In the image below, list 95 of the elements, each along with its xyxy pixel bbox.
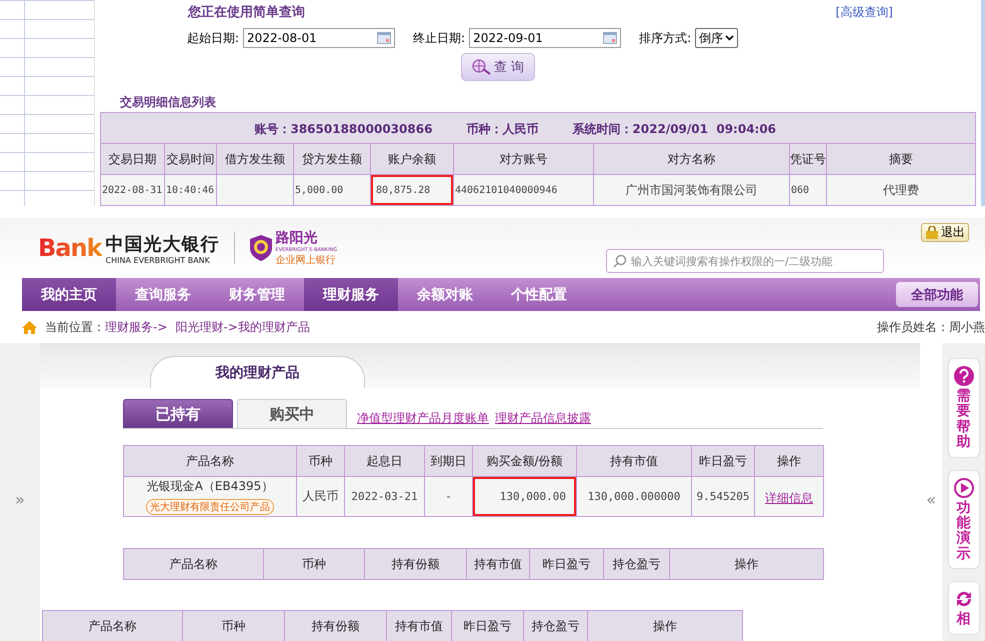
column-header: 购买金额/份额	[472, 446, 576, 476]
product-name: 光银现金A（EB4395）	[146, 478, 274, 495]
date-field[interactable]: 2022-08-01	[243, 28, 396, 48]
side-tool-button[interactable]: 相	[948, 581, 980, 635]
shield-logo-icon	[248, 234, 273, 262]
column-header: 持有市值	[386, 610, 452, 641]
query-button[interactable]: 查 询	[461, 53, 535, 81]
operator-name: 操作员姓名：周小燕	[877, 318, 985, 336]
advanced-query-link[interactable]: [高级查询]	[836, 4, 893, 20]
play-icon	[952, 476, 974, 499]
summary-text: 系统时间：2022/09/01 09:04:06	[572, 122, 776, 136]
product-tab[interactable]: 已持有	[123, 399, 233, 428]
column-header: 产品名称	[124, 548, 264, 580]
table-cell: 2022-08-31	[100, 174, 164, 206]
column-header: 起息日	[344, 446, 424, 476]
field-label: 排序方式:	[639, 30, 692, 46]
column-header: 操作	[588, 610, 742, 641]
table-cell: 44062101040000946	[454, 174, 594, 206]
table-cell: 060	[790, 174, 826, 206]
column-header: 昨日盈亏	[692, 446, 754, 476]
question-icon	[952, 365, 974, 387]
column-header: 交易时间	[164, 144, 216, 174]
nav-tab[interactable]: 查询服务	[116, 278, 210, 311]
table-cell: 代理费	[826, 174, 976, 206]
sort-select[interactable]: 倒序	[695, 28, 738, 48]
nav-tab[interactable]: 余额对账	[398, 278, 492, 311]
side-tool-button[interactable]: 功能演示	[948, 470, 980, 570]
field-label: 起始日期:	[187, 30, 240, 46]
column-header: 持有市值	[576, 446, 692, 476]
sub-brand-name: 路阳光	[276, 229, 319, 247]
product-link[interactable]: 净值型理财产品月度账单	[357, 410, 489, 427]
column-header: 贷方发生额	[294, 144, 370, 174]
bank-name-english: CHINA EVERBRIGHT BANK	[106, 256, 211, 264]
collapse-arrow[interactable]: «	[926, 490, 936, 509]
summary-text: 币种：人民币	[466, 122, 538, 136]
table-cell: 人民币	[296, 476, 344, 516]
table-cell: 130,000.000000	[576, 476, 692, 516]
table-cell: 80,875.28	[370, 174, 454, 206]
date-field[interactable]: 2022-09-01	[469, 28, 622, 48]
column-header: 对方名称	[594, 144, 790, 174]
issuer-tag: 光大理财有限责任公司产品	[146, 499, 274, 515]
globe-search-icon	[472, 59, 492, 75]
column-header: 持仓盈亏	[524, 610, 588, 641]
summary-text: 账号：38650188000030866	[254, 122, 432, 136]
column-header: 账户余额	[370, 144, 454, 174]
table-cell: 10:40:46	[164, 174, 216, 206]
column-header: 币种	[182, 610, 284, 641]
chevron-icon	[725, 35, 734, 41]
home-icon[interactable]	[22, 320, 37, 334]
column-header: 对方账号	[454, 144, 594, 174]
table-cell: -	[424, 476, 472, 516]
column-header: 操作	[670, 548, 824, 580]
sub-brand-caption: 企业网上银行	[276, 254, 337, 267]
column-header: 产品名称	[42, 610, 182, 641]
column-header: 币种	[296, 446, 344, 476]
column-header: 持有份额	[364, 548, 466, 580]
column-header: 到期日	[424, 446, 472, 476]
nav-tab[interactable]: 财务管理	[210, 278, 304, 311]
search-field[interactable]: 输入关键词搜索有操作权限的一/二级功能	[606, 249, 884, 273]
column-header: 持有份额	[284, 610, 386, 641]
column-header: 昨日盈亏	[452, 610, 524, 641]
breadcrumb-link[interactable]: 阳光理财->我的理财产品	[175, 318, 310, 336]
nav-tab[interactable]: 我的主页	[22, 278, 116, 311]
column-header: 持仓盈亏	[604, 548, 670, 580]
calendar-icon[interactable]	[377, 32, 392, 44]
table-cell: 130,000.00	[472, 476, 576, 516]
column-header: 币种	[264, 548, 364, 580]
table-cell: 9.545205	[692, 476, 754, 516]
breadcrumb-link[interactable]: 理财服务->	[105, 318, 168, 336]
field-label: 终止日期:	[413, 30, 466, 46]
column-header: 交易日期	[100, 144, 164, 174]
table-cell: 广州市国河装饰有限公司	[594, 174, 790, 206]
product-link[interactable]: 理财产品信息披露	[495, 410, 591, 427]
product-tab[interactable]: 购买中	[237, 399, 347, 428]
side-tool-button[interactable]: 需要帮助	[948, 358, 980, 458]
bank-name: 中国光大银行	[106, 232, 220, 256]
column-header: 借方发生额	[216, 144, 294, 174]
column-header: 持有市值	[466, 548, 530, 580]
table-cell: 5,000.00	[294, 174, 370, 206]
calendar-icon[interactable]	[603, 32, 618, 44]
lock-icon	[925, 226, 939, 239]
nav-tab[interactable]: 理财服务	[304, 278, 398, 311]
query-title: 您正在使用简单查询	[188, 4, 305, 21]
search-icon	[613, 254, 627, 268]
column-header: 产品名称	[124, 446, 296, 476]
exit-button[interactable]: 退出	[921, 223, 969, 242]
breadcrumb-label: 当前位置：	[45, 318, 105, 336]
nav-tab[interactable]: 个性配置	[492, 278, 586, 311]
table-cell: 2022-03-21	[344, 476, 424, 516]
column-header: 凭证号	[790, 144, 826, 174]
all-functions-button[interactable]: 全部功能	[896, 282, 978, 307]
column-header: 摘要	[826, 144, 976, 174]
column-header: 操作	[754, 446, 824, 476]
column-header: 昨日盈亏	[530, 548, 604, 580]
section-heading: 交易明细信息列表	[120, 94, 216, 110]
